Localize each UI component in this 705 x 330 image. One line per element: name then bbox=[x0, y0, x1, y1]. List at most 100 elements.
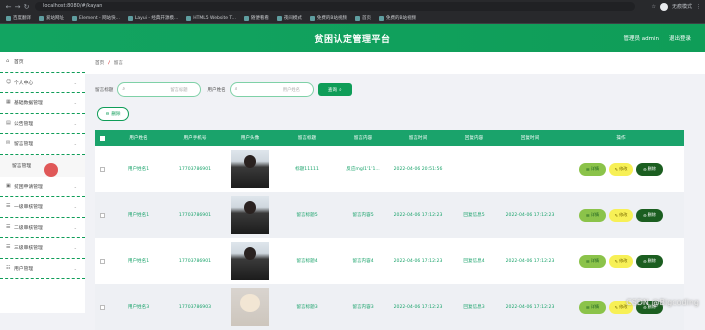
row-checkbox[interactable] bbox=[100, 305, 105, 310]
sidebar-item[interactable]: ▤公告管理⌄ bbox=[0, 114, 85, 135]
bookmark-item[interactable]: 首页 bbox=[355, 15, 371, 21]
column-header: 用户姓名 bbox=[109, 135, 168, 141]
select-all-checkbox[interactable] bbox=[100, 136, 105, 141]
sidebar-item[interactable]: ⌂首页 bbox=[0, 52, 85, 73]
edit-label: 修改 bbox=[619, 166, 627, 172]
bookmark-item[interactable]: HTML5 Website T... bbox=[186, 16, 236, 21]
reload-icon[interactable]: ↻ bbox=[22, 3, 31, 11]
bookmark-icon bbox=[310, 16, 315, 21]
breadcrumb-home[interactable]: 首页 bbox=[95, 60, 104, 66]
bookmark-item[interactable]: Element - 网站快... bbox=[72, 15, 120, 21]
edit-icon: ✎ bbox=[615, 167, 619, 172]
bookmark-item[interactable]: Layui - 经典开源模... bbox=[128, 15, 178, 21]
sidebar-item-label: 三级审核管理 bbox=[14, 244, 43, 251]
search-button[interactable]: 查询 ⌕ bbox=[318, 83, 352, 96]
profile-icon[interactable] bbox=[660, 3, 668, 11]
bookmark-item[interactable]: 免费的B站视频 bbox=[379, 15, 416, 21]
home-icon: ⌂ bbox=[6, 59, 11, 64]
sidebar-item-label: 公告管理 bbox=[14, 120, 33, 127]
bookmark-item[interactable]: 夜间模式 bbox=[277, 15, 302, 21]
bookmark-icon bbox=[128, 16, 133, 21]
sidebar-item[interactable]: ☰一级审核管理⌄ bbox=[0, 197, 85, 218]
avatar-subject bbox=[244, 201, 256, 214]
detail-button[interactable]: ☰详情 bbox=[579, 209, 606, 222]
detail-button[interactable]: ☰详情 bbox=[579, 163, 606, 176]
detail-icon: ☰ bbox=[586, 213, 590, 218]
review-icon: ☰ bbox=[6, 225, 11, 230]
cell-title: 留言标题5 bbox=[278, 212, 336, 218]
bookmark-item[interactable]: 免费的B站视频 bbox=[310, 15, 347, 21]
sidebar-item[interactable]: ☰二级审核管理⌄ bbox=[0, 218, 85, 239]
batch-delete-button[interactable]: ⊖ 删除 bbox=[97, 107, 129, 121]
cell-content: 留言内容3 bbox=[336, 304, 390, 310]
name-search-input[interactable]: ⌕ 用户姓名 bbox=[230, 82, 314, 97]
chevron-down-icon: ⌄ bbox=[74, 80, 77, 85]
title-search-input[interactable]: ⌕ 留言标题 bbox=[117, 82, 201, 97]
edit-icon: ✎ bbox=[615, 259, 619, 264]
column-header: 操作 bbox=[558, 135, 684, 141]
column-header: 用户头像 bbox=[222, 135, 278, 141]
avatar-cell bbox=[222, 242, 278, 280]
cell-name: 用户姓名1 bbox=[109, 212, 168, 218]
star-icon[interactable]: ☆ bbox=[652, 4, 656, 10]
sidebar-item-sub[interactable]: 留言管理 bbox=[0, 155, 85, 177]
row-select-cell bbox=[95, 259, 109, 264]
detail-label: 详情 bbox=[591, 304, 599, 310]
sidebar-item[interactable]: ☷用户管理⌄ bbox=[0, 259, 85, 280]
bookmark-label: Element - 网站快... bbox=[79, 15, 120, 21]
edit-icon: ✎ bbox=[615, 213, 619, 218]
sidebar-item[interactable]: ▣贫困申请管理⌄ bbox=[0, 177, 85, 198]
detail-button[interactable]: ☰详情 bbox=[579, 255, 606, 268]
bookmark-icon bbox=[379, 16, 384, 21]
forward-icon[interactable]: → bbox=[13, 3, 22, 11]
menu-icon[interactable]: ⋮ bbox=[696, 4, 701, 10]
chevron-down-icon: ⌄ bbox=[74, 225, 77, 230]
grid-icon: ▦ bbox=[6, 100, 11, 105]
delete-button[interactable]: ⊖删除 bbox=[636, 209, 663, 222]
edit-button[interactable]: ✎修改 bbox=[609, 255, 633, 268]
edit-icon: ✎ bbox=[615, 305, 619, 310]
bookmark-icon bbox=[39, 16, 44, 21]
sidebar-item[interactable]: ☺个人中心⌄ bbox=[0, 73, 85, 94]
bookmark-item[interactable]: 百度翻译 bbox=[6, 15, 31, 21]
sidebar-item[interactable]: ✉留言管理⌄ bbox=[0, 134, 85, 155]
bookmark-item[interactable]: 随便看看 bbox=[244, 15, 269, 21]
cell-name: 用户姓名1 bbox=[109, 166, 168, 172]
column-header: 留言内容 bbox=[336, 135, 390, 141]
chevron-down-icon: ⌄ bbox=[74, 100, 77, 105]
user-avatar-image bbox=[231, 288, 269, 326]
chevron-down-icon: ⌄ bbox=[74, 141, 77, 146]
row-checkbox[interactable] bbox=[100, 213, 105, 218]
sidebar-item[interactable]: ☰三级审核管理⌄ bbox=[0, 238, 85, 259]
cell-time: 2022-04-06 20:51:56 bbox=[390, 167, 446, 172]
column-header: 留言时间 bbox=[390, 135, 446, 141]
edit-label: 修改 bbox=[619, 258, 627, 264]
breadcrumb-separator: / bbox=[108, 61, 110, 66]
cell-content: 反应mgl1'1'1... bbox=[336, 166, 390, 172]
row-checkbox[interactable] bbox=[100, 167, 105, 172]
cell-phone: 17703786903 bbox=[168, 305, 222, 310]
detail-icon: ☰ bbox=[586, 259, 590, 264]
detail-button[interactable]: ☰详情 bbox=[579, 301, 606, 314]
edit-button[interactable]: ✎修改 bbox=[609, 163, 633, 176]
cell-reply: 回复信息4 bbox=[446, 258, 502, 264]
address-bar[interactable]: localhost:8080/#/kayan bbox=[35, 2, 635, 11]
row-checkbox[interactable] bbox=[100, 259, 105, 264]
cell-phone: 17703786901 bbox=[168, 259, 222, 264]
sidebar-item-label: 用户管理 bbox=[14, 265, 33, 272]
delete-button[interactable]: ⊖删除 bbox=[636, 163, 663, 176]
csdn-watermark: CSDN @Bigcoding bbox=[626, 298, 699, 307]
edit-button[interactable]: ✎修改 bbox=[609, 209, 633, 222]
bookmark-icon bbox=[186, 16, 191, 21]
avatar-cell bbox=[222, 196, 278, 234]
cell-reply: 回复信息3 bbox=[446, 304, 502, 310]
back-icon[interactable]: ← bbox=[4, 3, 13, 11]
logout-link[interactable]: 退出登录 bbox=[669, 34, 691, 42]
app-header: 贫困认定管理平台 管理员 admin 退出登录 bbox=[0, 24, 705, 52]
ops-cell: ☰详情✎修改⊖删除 bbox=[558, 255, 684, 268]
ops-cell: ☰详情✎修改⊖删除 bbox=[558, 209, 684, 222]
delete-button[interactable]: ⊖删除 bbox=[636, 255, 663, 268]
chevron-down-icon: ⌄ bbox=[74, 184, 77, 189]
sidebar-item[interactable]: ▦基础数据管理⌄ bbox=[0, 93, 85, 114]
bookmark-item[interactable]: 爱站网址 bbox=[39, 15, 64, 21]
